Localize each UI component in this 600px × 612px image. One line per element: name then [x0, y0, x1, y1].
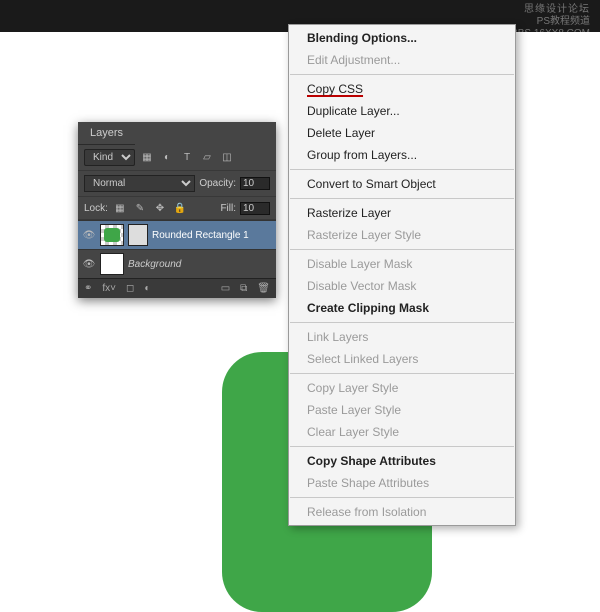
visibility-icon[interactable]: 👁: [82, 259, 96, 270]
visibility-icon[interactable]: 👁: [82, 230, 96, 241]
fx-icon[interactable]: fx˅: [102, 283, 116, 294]
layer-context-menu: Blending Options...Edit Adjustment... Cop…: [288, 24, 516, 526]
filter-smart-icon[interactable]: ◫: [219, 151, 235, 165]
filter-shape-icon[interactable]: ▱: [199, 151, 215, 165]
filter-adjust-icon[interactable]: ◐: [159, 151, 175, 165]
watermark-l1: 思缘设计论坛: [511, 4, 590, 16]
menu-item-copy-layer-style: Copy Layer Style: [289, 377, 515, 399]
menu-item-create-clipping-mask[interactable]: Create Clipping Mask: [289, 297, 515, 319]
menu-item-paste-shape-attributes: Paste Shape Attributes: [289, 472, 515, 494]
fill-input[interactable]: [240, 202, 270, 215]
layer-item-background[interactable]: 👁 Background: [78, 249, 276, 278]
blend-row: Normal Opacity:: [78, 171, 276, 197]
menu-item-group-from-layers[interactable]: Group from Layers...: [289, 144, 515, 166]
menu-separator: [290, 373, 514, 374]
opacity-label: Opacity:: [199, 178, 236, 189]
menu-separator: [290, 198, 514, 199]
layers-panel: Layers Kind ▦ ◐ T ▱ ◫ Normal Opacity: Lo…: [78, 122, 276, 298]
new-layer-icon[interactable]: ⧉: [240, 283, 247, 294]
group-icon[interactable]: ▭: [221, 283, 230, 294]
layers-tab[interactable]: Layers: [78, 122, 135, 145]
menu-item-clear-layer-style: Clear Layer Style: [289, 421, 515, 443]
lock-all-icon[interactable]: 🔒: [172, 201, 188, 215]
menu-item-copy-shape-attributes[interactable]: Copy Shape Attributes: [289, 450, 515, 472]
layer-thumb[interactable]: [100, 253, 124, 275]
menu-item-link-layers: Link Layers: [289, 326, 515, 348]
menu-separator: [290, 249, 514, 250]
menu-separator: [290, 169, 514, 170]
lock-trans-icon[interactable]: ▦: [112, 201, 128, 215]
menu-item-delete-layer[interactable]: Delete Layer: [289, 122, 515, 144]
watermark-l2: PS教程频道: [511, 16, 590, 28]
opacity-input[interactable]: [240, 177, 270, 190]
menu-item-disable-vector-mask: Disable Vector Mask: [289, 275, 515, 297]
blend-mode-select[interactable]: Normal: [84, 175, 195, 192]
kind-filter[interactable]: Kind: [84, 149, 135, 166]
layer-name[interactable]: Background: [128, 259, 272, 270]
menu-item-disable-layer-mask: Disable Layer Mask: [289, 253, 515, 275]
layer-mask-thumb[interactable]: [128, 224, 148, 246]
layer-thumb[interactable]: [100, 224, 124, 246]
menu-item-duplicate-layer[interactable]: Duplicate Layer...: [289, 100, 515, 122]
menu-separator: [290, 497, 514, 498]
lock-row: Lock: ▦ ✎ ✥ 🔒 Fill:: [78, 197, 276, 220]
link-icon[interactable]: ⚭: [84, 283, 92, 294]
menu-separator: [290, 446, 514, 447]
menu-item-blending-options[interactable]: Blending Options...: [289, 27, 515, 49]
menu-separator: [290, 322, 514, 323]
fill-label: Fill:: [220, 203, 236, 214]
filter-text-icon[interactable]: T: [179, 151, 195, 165]
filter-row: Kind ▦ ◐ T ▱ ◫: [78, 145, 276, 171]
menu-item-copy-css[interactable]: Copy CSS: [289, 78, 515, 100]
lock-move-icon[interactable]: ✥: [152, 201, 168, 215]
trash-icon[interactable]: 🗑: [257, 283, 270, 294]
lock-label: Lock:: [84, 203, 108, 214]
menu-item-select-linked-layers: Select Linked Layers: [289, 348, 515, 370]
layers-footer: ⚭ fx˅ ◻ ◐ ▭ ⧉ 🗑: [78, 278, 276, 298]
mask-icon[interactable]: ◻: [126, 283, 134, 294]
adjust-icon[interactable]: ◐: [144, 283, 150, 294]
menu-item-edit-adjustment: Edit Adjustment...: [289, 49, 515, 71]
layer-name[interactable]: Rounded Rectangle 1: [152, 230, 272, 241]
menu-item-rasterize-layer[interactable]: Rasterize Layer: [289, 202, 515, 224]
filter-pixel-icon[interactable]: ▦: [139, 151, 155, 165]
layer-item-selected[interactable]: 👁 Rounded Rectangle 1: [78, 220, 276, 249]
lock-paint-icon[interactable]: ✎: [132, 201, 148, 215]
menu-separator: [290, 74, 514, 75]
menu-item-rasterize-layer-style: Rasterize Layer Style: [289, 224, 515, 246]
menu-item-convert-to-smart-object[interactable]: Convert to Smart Object: [289, 173, 515, 195]
menu-item-paste-layer-style: Paste Layer Style: [289, 399, 515, 421]
